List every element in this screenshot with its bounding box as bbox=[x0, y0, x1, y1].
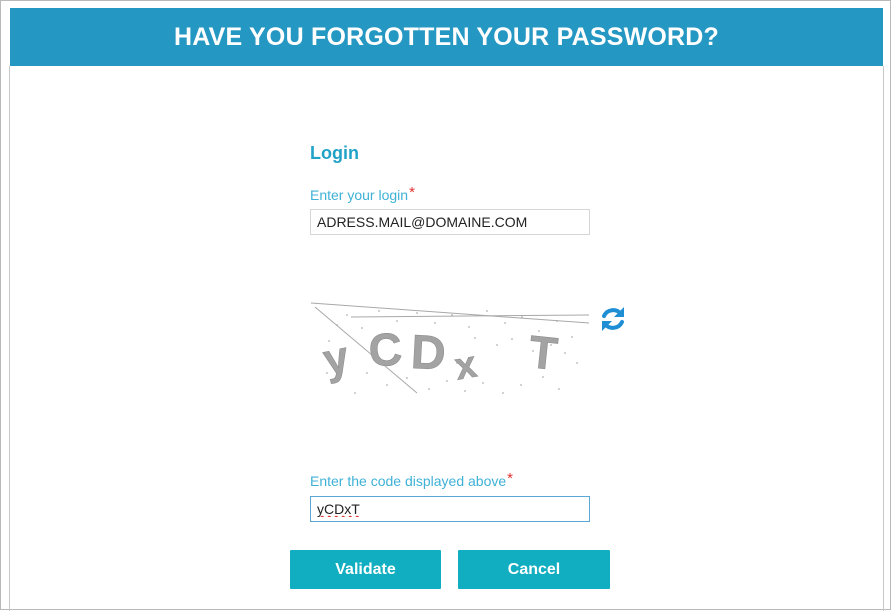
required-marker: * bbox=[409, 184, 415, 201]
cancel-button[interactable]: Cancel bbox=[458, 550, 610, 589]
code-label-text: Enter the code displayed above bbox=[310, 473, 507, 489]
forgot-password-dialog: HAVE YOU FORGOTTEN YOUR PASSWORD? Login … bbox=[0, 0, 891, 611]
login-input[interactable] bbox=[310, 209, 590, 235]
svg-text:y: y bbox=[319, 332, 354, 385]
right-divider bbox=[883, 66, 884, 611]
left-divider bbox=[9, 66, 10, 611]
svg-text:x: x bbox=[452, 344, 480, 389]
captcha-image: y C D x T bbox=[310, 302, 590, 394]
dialog-title: HAVE YOU FORGOTTEN YOUR PASSWORD? bbox=[173, 22, 720, 51]
svg-text:D: D bbox=[410, 326, 447, 381]
code-label: Enter the code displayed above* bbox=[310, 470, 513, 489]
validate-button[interactable]: Validate bbox=[290, 550, 441, 589]
svg-text:C: C bbox=[367, 322, 404, 376]
login-label-text: Enter your login bbox=[310, 187, 409, 203]
dialog-header: HAVE YOU FORGOTTEN YOUR PASSWORD? bbox=[10, 8, 883, 66]
login-label: Enter your login* bbox=[310, 184, 415, 203]
refresh-icon[interactable] bbox=[597, 303, 629, 335]
svg-text:T: T bbox=[527, 325, 560, 380]
required-marker: * bbox=[507, 470, 513, 487]
section-title: Login bbox=[310, 143, 359, 163]
captcha-code-input[interactable] bbox=[310, 496, 590, 522]
